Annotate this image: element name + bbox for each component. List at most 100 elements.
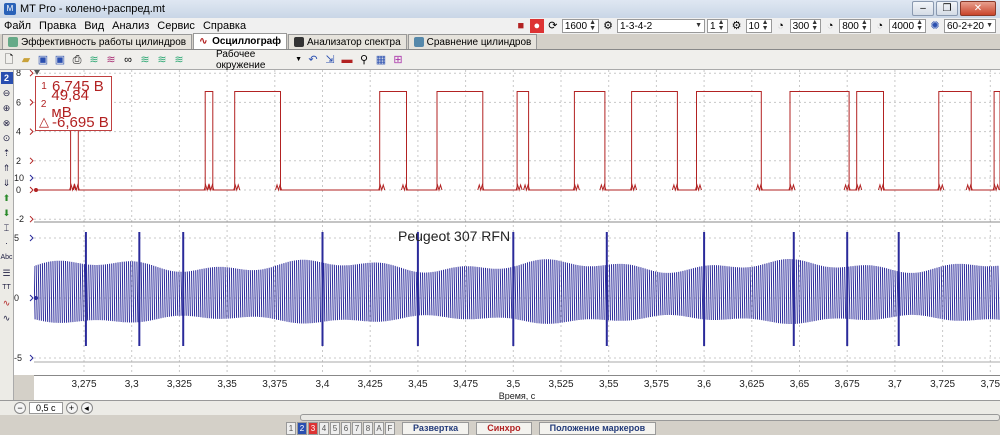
new-file-icon[interactable]: 🗋 <box>2 53 16 67</box>
save-icon[interactable]: ▣ <box>36 53 50 67</box>
chart-tool-icon[interactable]: ∿ <box>1 297 13 309</box>
y-tick-label-ch1: 0 <box>16 185 21 195</box>
zoom-in-time-icon[interactable]: + <box>65 402 78 414</box>
spinner-arrows-icon[interactable]: ▲ ▼ <box>718 19 725 32</box>
filter-5-icon[interactable]: ≋ <box>172 53 186 67</box>
cylinder-spinner[interactable]: 1 ▲ ▼ <box>707 19 728 33</box>
zoom-out-time-icon[interactable]: − <box>14 402 26 414</box>
spectrum-icon <box>294 37 304 47</box>
tab-cylinder-compare[interactable]: Сравнение цилиндров <box>407 34 538 49</box>
screenshot-icon[interactable]: ▦ <box>374 53 388 67</box>
maximize-button[interactable]: ❐ <box>936 1 958 16</box>
menu-view[interactable]: Вид <box>80 20 108 32</box>
spinner-arrows-icon[interactable]: ▲ ▼ <box>762 19 769 32</box>
tab-oscilloscope[interactable]: ∿ Осциллограф <box>193 33 287 49</box>
page-tab-7[interactable]: 7 <box>352 421 362 435</box>
wave-tool-icon[interactable]: ∿ <box>1 312 13 324</box>
menu-edit[interactable]: Правка <box>35 20 80 32</box>
menu-analysis[interactable]: Анализ <box>108 20 153 32</box>
v1-spinner[interactable]: 300 ▲ ▼ <box>789 19 822 33</box>
open-folder-icon[interactable]: ▰ <box>19 53 33 67</box>
spinner-arrows-icon[interactable]: ▲ ▼ <box>861 19 868 32</box>
page-tab-a[interactable]: A <box>374 421 384 435</box>
table-tool-icon[interactable]: ☰ <box>1 267 13 279</box>
firing-order-select[interactable]: 1-3-4-2 ▼ <box>617 19 705 33</box>
print-icon[interactable]: ⎙ <box>70 53 84 67</box>
zoom-fit-icon[interactable]: ⊗ <box>1 117 13 129</box>
markers-panel[interactable]: Положение маркеров <box>538 421 657 435</box>
sensor-icon[interactable]: ⚲ <box>357 53 371 67</box>
engine-icon[interactable]: ■ <box>514 19 528 33</box>
cursor-tool-icon[interactable]: ⌶ <box>1 222 13 234</box>
spinner-arrows-icon[interactable]: ▲ ▼ <box>811 19 818 32</box>
y-tick-label-ch2: 0 <box>14 293 19 303</box>
page-tab-6[interactable]: 6 <box>341 421 351 435</box>
sync-panel[interactable]: Синхро <box>476 421 532 435</box>
v2-spinner[interactable]: 800 ▲ ▼ <box>839 19 871 33</box>
x-tick-label: 3,275 <box>71 379 97 390</box>
text-tool-icon[interactable]: Abc <box>1 252 13 264</box>
wheel-select[interactable]: 60-2+20 ▼ <box>944 19 996 33</box>
scroll-down-icon[interactable]: ⇓ <box>1 177 13 189</box>
bottom-controls: − 0,5 с + ◂ <box>0 400 1000 415</box>
x-tick-label: 3,5 <box>506 379 521 390</box>
undo-icon[interactable]: ↶ <box>306 53 320 67</box>
move-up-icon[interactable]: ⇡ <box>1 147 13 159</box>
spinner-arrows-icon[interactable]: ▲ ▼ <box>916 19 923 32</box>
chevron-down-icon[interactable]: ▼ <box>295 56 302 63</box>
oscilloscope-plot[interactable] <box>34 70 1000 375</box>
x-tick-label: 3,65 <box>789 379 810 390</box>
delta-icon: △ <box>39 114 49 129</box>
marker-1-icon: 1 <box>41 80 47 92</box>
page-tab-1[interactable]: 1 <box>286 421 296 435</box>
y-tick-mark <box>29 99 34 106</box>
page-tab-2[interactable]: 2 <box>297 421 307 435</box>
horizontal-scrollbar[interactable] <box>300 414 1000 421</box>
chevron-down-icon[interactable]: ▼ <box>986 22 993 29</box>
arrow-up-icon[interactable]: ⬆ <box>1 192 13 204</box>
engine-params-toolbar: ■ ● ⟳ 1600 ▲ ▼ ⚙ 1-3-4-2 ▼ 1 ▲ ▼ ⚙ 10 ▲ ▼ ◔ 300… <box>514 18 996 34</box>
sweep-panel[interactable]: Развертка <box>402 421 470 435</box>
filter-4-icon[interactable]: ≋ <box>155 53 169 67</box>
y-tick-label-ch1: 8 <box>16 70 21 78</box>
environment-select[interactable]: Рабочее окружение ▼ <box>195 49 303 71</box>
chevron-down-icon[interactable]: ▼ <box>695 22 702 29</box>
tt-tool-icon[interactable]: TT <box>1 282 13 294</box>
arrow-down-icon[interactable]: ⬇ <box>1 207 13 219</box>
plot-svg[interactable] <box>34 70 1000 375</box>
page-tab-3[interactable]: 3 <box>308 421 318 435</box>
menu-service[interactable]: Сервис <box>153 20 199 32</box>
save-as-icon[interactable]: ▣ <box>53 53 67 67</box>
minimize-button[interactable]: – <box>912 1 934 16</box>
marker-2-icon: 2 <box>40 98 47 110</box>
grid-icon[interactable]: ⊞ <box>391 53 405 67</box>
record-icon[interactable]: ● <box>529 19 544 33</box>
page-tab-8[interactable]: 8 <box>363 421 373 435</box>
spinner-arrows-icon[interactable]: ▲ ▼ <box>589 19 596 32</box>
timebase-field[interactable]: 0,5 с <box>29 402 63 414</box>
filter-2-icon[interactable]: ≋ <box>104 53 118 67</box>
filter-3-icon[interactable]: ≋ <box>138 53 152 67</box>
rpm-spinner[interactable]: 1600 ▲ ▼ <box>561 19 599 33</box>
zoom-out-icon[interactable]: ⊖ <box>1 87 13 99</box>
menu-file[interactable]: Файл <box>0 20 35 32</box>
filter-1-icon[interactable]: ≋ <box>87 53 101 67</box>
close-button[interactable]: ✕ <box>960 1 996 16</box>
teeth-spinner[interactable]: 10 ▲ ▼ <box>745 19 772 33</box>
x-tick-label: 3,4 <box>315 379 330 390</box>
export-icon[interactable]: ⇲ <box>323 53 337 67</box>
scroll-up-icon[interactable]: ⇑ <box>1 162 13 174</box>
page-tab-4[interactable]: 4 <box>319 421 329 435</box>
tab-spectrum-analyzer[interactable]: Анализатор спектра <box>288 34 407 49</box>
page-tab-5[interactable]: 5 <box>330 421 340 435</box>
zoom-in-icon[interactable]: ⊕ <box>1 102 13 114</box>
channel-badge[interactable]: 2 <box>0 72 13 84</box>
invert-icon[interactable]: ∞ <box>121 53 135 67</box>
scroll-left-icon[interactable]: ◂ <box>80 402 93 414</box>
v3-spinner[interactable]: 4000 ▲ ▼ <box>888 19 926 33</box>
engine-settings-icon[interactable]: ▬ <box>340 53 354 67</box>
page-tab-f[interactable]: F <box>385 421 395 435</box>
zoom-reset-icon[interactable]: ⊙ <box>1 132 13 144</box>
tab-cylinder-efficiency[interactable]: Эффективность работы цилиндров <box>2 34 193 49</box>
menu-help[interactable]: Справка <box>199 20 250 32</box>
